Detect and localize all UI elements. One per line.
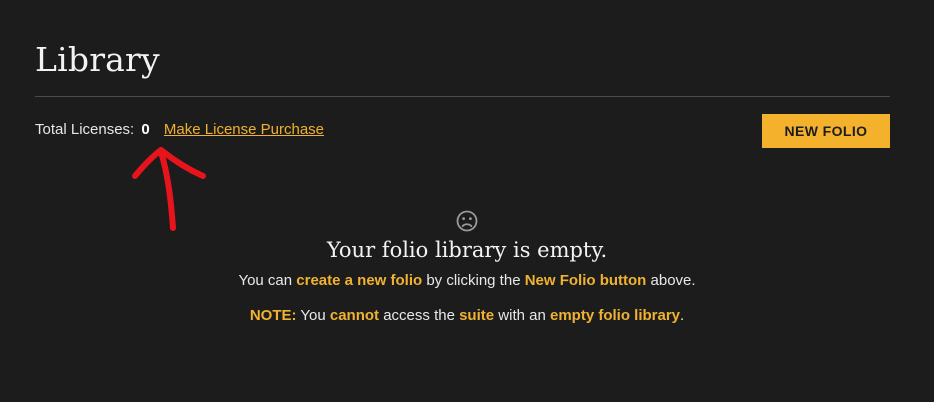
note-text: with an <box>494 307 550 324</box>
library-page: Library Total Licenses: 0 Make License P… <box>0 0 934 402</box>
title-divider <box>35 96 890 97</box>
note-text: access the <box>379 307 460 324</box>
page-title: Library <box>35 40 160 79</box>
create-new-folio-link[interactable]: create a new folio <box>296 272 422 289</box>
note-text: You <box>296 307 330 324</box>
empty-state-heading: Your folio library is empty. <box>326 238 608 262</box>
empty-state: Your folio library is empty. You can cre… <box>0 208 934 324</box>
note-text: . <box>680 307 685 324</box>
new-folio-button[interactable]: NEW FOLIO <box>762 114 890 148</box>
note-emphasis-empty-library: empty folio library <box>549 307 681 324</box>
total-licenses-count: 0 <box>141 121 150 138</box>
note-emphasis-cannot: cannot <box>329 307 380 324</box>
instruction-text: by clicking the <box>422 272 525 289</box>
sad-face-icon <box>456 210 478 232</box>
instruction-text: You can <box>238 272 297 289</box>
total-licenses-label: Total Licenses: <box>35 121 135 138</box>
make-license-purchase-link[interactable]: Make License Purchase <box>164 121 324 138</box>
note-emphasis-suite: suite <box>459 307 495 324</box>
new-folio-button-reference[interactable]: New Folio button <box>525 272 647 289</box>
license-summary: Total Licenses: 0 Make License Purchase <box>35 121 324 138</box>
note-label: NOTE: <box>249 307 297 324</box>
empty-state-note: NOTE: You cannot access the suite with a… <box>0 307 934 324</box>
instruction-text: above. <box>646 272 696 289</box>
empty-state-instructions: You can create a new folio by clicking t… <box>0 272 934 289</box>
